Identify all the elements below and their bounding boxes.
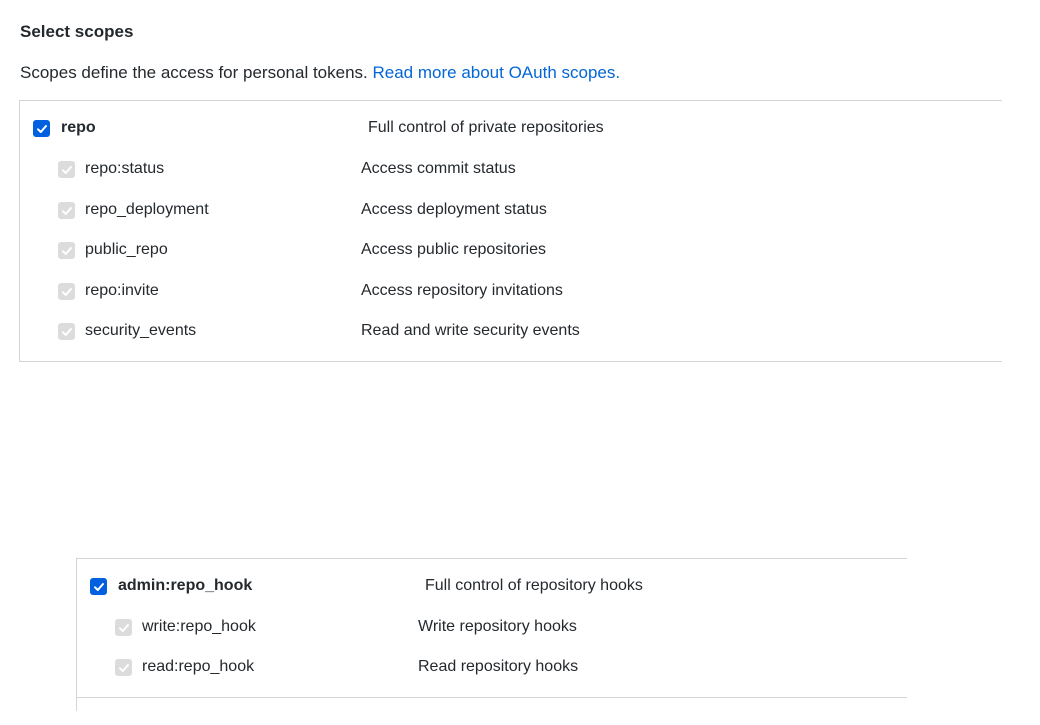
group-border-divider — [76, 697, 77, 711]
scope-description: Read and write security events — [361, 322, 580, 339]
scope-name: repo — [61, 119, 96, 136]
checkbox-checked-icon[interactable] — [90, 578, 107, 595]
scope-group-admin-repo-hook: admin:repo_hook Full control of reposito… — [76, 558, 907, 698]
scope-row-repo-invite[interactable]: repo:invite Access repository invitation… — [58, 280, 988, 304]
scope-description: Access commit status — [361, 160, 516, 177]
oauth-scopes-link[interactable]: Read more about OAuth scopes. — [373, 63, 621, 82]
scope-row-repo[interactable]: repo Full control of private repositorie… — [33, 117, 993, 141]
scope-name: write:repo_hook — [142, 618, 256, 635]
scope-description: Write repository hooks — [418, 618, 577, 635]
scope-description: Read repository hooks — [418, 658, 579, 675]
scope-description: Full control of private repositories — [368, 119, 604, 136]
checkbox-disabled-icon — [115, 619, 132, 636]
scope-row-repo-deployment[interactable]: repo_deployment Access deployment status — [58, 199, 988, 223]
scope-row-repo-status[interactable]: repo:status Access commit status — [58, 158, 988, 182]
checkbox-disabled-icon — [58, 202, 75, 219]
checkbox-disabled-icon — [115, 659, 132, 676]
description-text: Scopes define the access for personal to… — [20, 63, 368, 82]
scope-row-public-repo[interactable]: public_repo Access public repositories — [58, 239, 988, 263]
scope-description: Full control of repository hooks — [425, 577, 643, 594]
scope-name: repo:invite — [85, 282, 159, 299]
scope-row-admin-repo-hook[interactable]: admin:repo_hook Full control of reposito… — [90, 575, 900, 599]
checkbox-disabled-icon — [58, 323, 75, 340]
section-title: Select scopes — [20, 22, 134, 41]
checkbox-disabled-icon — [58, 242, 75, 259]
scope-row-write-repo-hook[interactable]: write:repo_hook Write repository hooks — [115, 616, 895, 640]
scope-group-repo: repo Full control of private repositorie… — [19, 100, 1002, 362]
scope-row-read-repo-hook[interactable]: read:repo_hook Read repository hooks — [115, 656, 895, 680]
scope-description: Access public repositories — [361, 241, 546, 258]
scope-name: admin:repo_hook — [118, 577, 253, 594]
scope-name: repo:status — [85, 160, 165, 177]
scope-description: Access deployment status — [361, 201, 547, 218]
checkbox-disabled-icon — [58, 283, 75, 300]
scope-description: Access repository invitations — [361, 282, 563, 299]
scope-name: security_events — [85, 322, 197, 339]
scope-name: public_repo — [85, 241, 168, 258]
scope-name: read:repo_hook — [142, 658, 255, 675]
checkbox-disabled-icon — [58, 161, 75, 178]
checkbox-checked-icon[interactable] — [33, 120, 50, 137]
scope-name: repo_deployment — [85, 201, 209, 218]
scope-row-security-events[interactable]: security_events Read and write security … — [58, 320, 988, 344]
select-scopes-page: Select scopes Scopes define the access f… — [0, 0, 1040, 725]
scopes-description: Scopes define the access for personal to… — [20, 63, 620, 83]
